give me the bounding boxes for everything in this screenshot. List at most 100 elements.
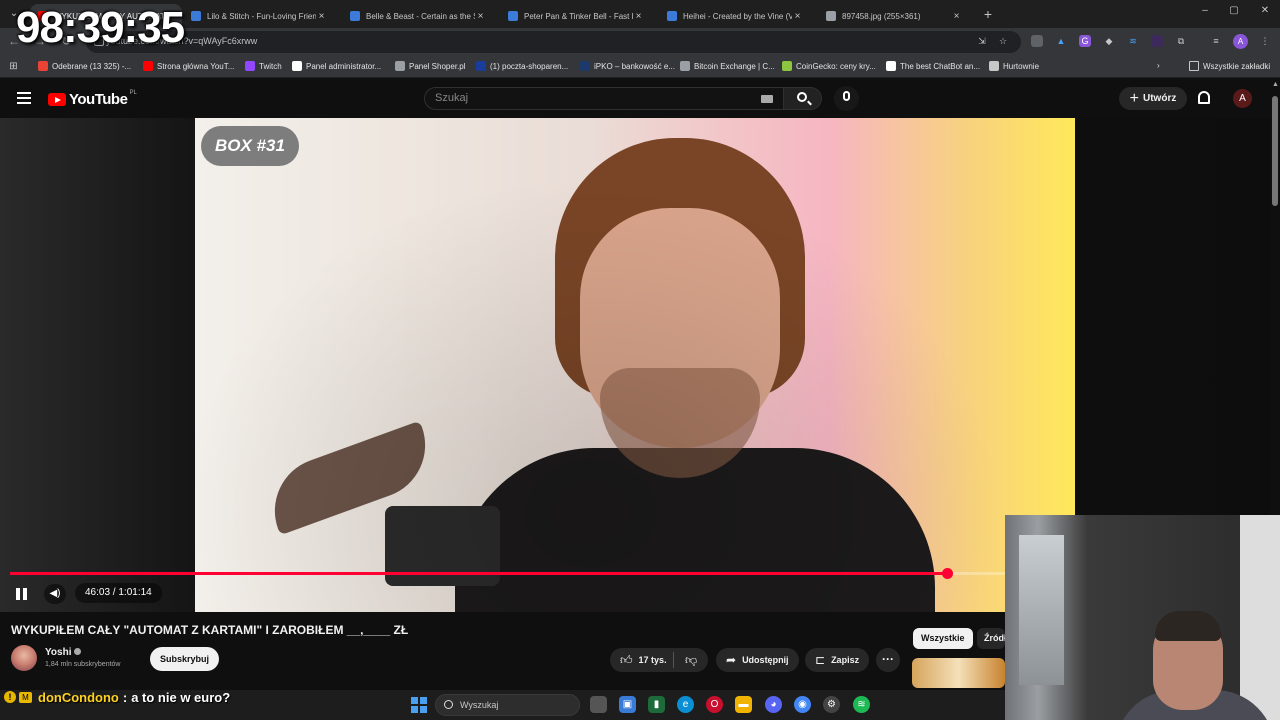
maximize-button[interactable]: ▢	[1219, 5, 1249, 16]
tab-close-icon[interactable]: ×	[633, 11, 644, 22]
chrome-icon[interactable]: ◉	[794, 696, 811, 713]
bookmark-item[interactable]: The best ChatBot an...	[886, 61, 980, 71]
recommended-thumbnail[interactable]	[912, 658, 1005, 688]
bookmark-star-icon[interactable]: ☆	[997, 35, 1009, 47]
address-bar[interactable]: youtube.com/watch?v=qWAyFc6xrww	[86, 31, 1021, 53]
bookmark-item[interactable]: Panel administrator...	[292, 61, 381, 71]
notifications-bell-icon[interactable]	[1198, 91, 1210, 104]
browser-tab[interactable]: Belle & Beast - Certain as the S ×	[342, 4, 494, 28]
share-label: Udostępnij	[742, 655, 789, 665]
extension-icon[interactable]	[1031, 35, 1043, 47]
windows-start-icon[interactable]	[411, 697, 427, 713]
extension-drop-icon[interactable]: ▲	[1055, 35, 1067, 47]
volume-button[interactable]: ◀)	[44, 584, 66, 604]
voice-search-button[interactable]	[834, 86, 859, 111]
bookmark-item[interactable]: Bitcoin Exchange | C...	[680, 61, 775, 71]
all-bookmarks-button[interactable]: Wszystkie zakładki	[1189, 61, 1270, 71]
tab-close-icon[interactable]: ×	[792, 11, 803, 22]
task-view-icon[interactable]	[590, 696, 607, 713]
dislike-button[interactable]: 👎︎	[676, 648, 708, 672]
scrollbar-thumb[interactable]	[1272, 96, 1278, 206]
browser-tab[interactable]: Lilo & Stitch - Fun-Loving Frien ×	[183, 4, 335, 28]
more-actions-button[interactable]: ···	[876, 648, 900, 672]
extensions-puzzle-icon[interactable]: ⧉	[1175, 35, 1187, 47]
bookmarks-overflow-button[interactable]: ›	[1157, 61, 1160, 70]
bookmark-item[interactable]: iPKO – bankowość e...	[580, 61, 675, 71]
bookmark-item[interactable]: Hurtownie	[989, 61, 1039, 71]
save-button[interactable]: ⊏ Zapisz	[805, 648, 870, 672]
extension-diamond-icon[interactable]: ◆	[1103, 35, 1115, 47]
close-window-button[interactable]: ✕	[1250, 5, 1280, 16]
bookmark-item[interactable]: CoinGecko: ceny kry...	[782, 61, 876, 71]
video-title: WYKUPIŁEM CAŁY "AUTOMAT Z KARTAMI" I ZAR…	[11, 623, 409, 637]
browser-tab[interactable]: Peter Pan & Tinker Bell - Fast Fr ×	[500, 4, 652, 28]
tab-title: 897458.jpg (255×361)	[842, 11, 921, 21]
file-explorer-icon[interactable]: ▬	[735, 696, 752, 713]
profile-avatar[interactable]: A	[1233, 34, 1248, 49]
taskbar-search[interactable]: Wyszukaj	[435, 694, 580, 716]
extension-square-icon[interactable]	[1151, 35, 1163, 47]
app-green-icon[interactable]: ▮	[648, 696, 665, 713]
edge-icon[interactable]: e	[677, 696, 694, 713]
install-app-icon[interactable]: ⇲	[976, 35, 988, 47]
pause-button[interactable]	[14, 586, 30, 602]
account-avatar[interactable]: A	[1233, 89, 1252, 108]
bookmark-item[interactable]: Twitch	[245, 61, 282, 71]
video-frame[interactable]: BOX #31	[195, 118, 1075, 612]
progress-bar[interactable]	[10, 568, 1005, 579]
steam-icon[interactable]: ⚙	[823, 696, 840, 713]
create-label: Utwórz	[1143, 93, 1177, 104]
bookmark-favicon-icon	[292, 61, 302, 71]
chat-badge-alert-icon: !	[4, 691, 16, 703]
subscribe-button[interactable]: Subskrybuj	[150, 647, 219, 671]
tab-favicon-icon	[508, 11, 518, 21]
time-display: 46:03 / 1:01:14	[75, 583, 162, 603]
bookmark-label: The best ChatBot an...	[900, 61, 981, 71]
search-button[interactable]	[784, 87, 822, 110]
chip-all[interactable]: Wszystkie	[913, 628, 973, 649]
create-button[interactable]: + Utwórz	[1119, 87, 1187, 110]
tab-title: Lilo & Stitch - Fun-Loving Frien	[207, 11, 317, 21]
tab-close-icon[interactable]: ×	[316, 11, 327, 22]
discord-icon[interactable]: ◕	[765, 696, 782, 713]
extension-wave-icon[interactable]: ≋	[1127, 35, 1139, 47]
spotify-icon[interactable]: ≋	[853, 696, 870, 713]
pause-icon	[16, 588, 20, 600]
keyboard-icon[interactable]	[761, 95, 773, 103]
taskbar-search-placeholder: Wyszukaj	[460, 700, 499, 710]
bookmark-favicon-icon	[476, 61, 486, 71]
media-control-icon[interactable]: ≡	[1210, 35, 1222, 47]
bookmark-item[interactable]: (1) poczta-shoparen...	[476, 61, 568, 71]
channel-name-link[interactable]: Yoshi	[45, 647, 82, 658]
browser-tab[interactable]: 897458.jpg (255×361) ×	[818, 4, 970, 28]
tab-title: Peter Pan & Tinker Bell - Fast Fr	[524, 11, 634, 21]
tab-close-icon[interactable]: ×	[475, 11, 486, 22]
chat-separator: :	[122, 689, 128, 705]
opera-icon[interactable]: O	[706, 696, 723, 713]
bookmark-label: Hurtownie	[1003, 61, 1040, 71]
verified-icon	[74, 648, 82, 655]
tab-close-icon[interactable]: ×	[951, 11, 962, 22]
hamburger-menu-icon[interactable]	[17, 92, 31, 104]
store-icon[interactable]: ▣	[619, 696, 636, 713]
browser-tab[interactable]: Heihei - Created by the Vine (V ×	[659, 4, 811, 28]
youtube-logo[interactable]: YouTube PL	[48, 90, 137, 108]
progress-scrubber-handle[interactable]	[942, 568, 953, 579]
new-tab-button[interactable]: +	[981, 6, 995, 22]
apps-grid-icon[interactable]: ⊞	[8, 61, 19, 72]
bookmark-label: Panel Shoper.pl	[409, 61, 466, 71]
search-input[interactable]	[435, 92, 755, 104]
bookmark-favicon-icon	[580, 61, 590, 71]
bookmark-item[interactable]: Strona główna YouT...	[143, 61, 234, 71]
extension-g-icon[interactable]: G	[1079, 35, 1091, 47]
bookmark-item[interactable]: Odebrane (13 325) -...	[38, 61, 131, 71]
chip-source[interactable]: Źródło	[977, 628, 1005, 649]
minimize-button[interactable]: –	[1190, 5, 1220, 16]
browser-menu-icon[interactable]: ⋮	[1259, 35, 1271, 47]
bookmark-item[interactable]: Panel Shoper.pl	[395, 61, 466, 71]
scroll-up-arrow-icon[interactable]: ▲	[1272, 81, 1279, 88]
chat-badge-mod-icon: M	[19, 691, 32, 703]
share-button[interactable]: ➦ Udostępnij	[716, 648, 799, 672]
browser-tab-strip: ⌄ WYKUPIŁEM CAŁY AUTOMAT × Lilo & Stitch -…	[0, 0, 1280, 28]
channel-avatar[interactable]	[11, 645, 37, 671]
